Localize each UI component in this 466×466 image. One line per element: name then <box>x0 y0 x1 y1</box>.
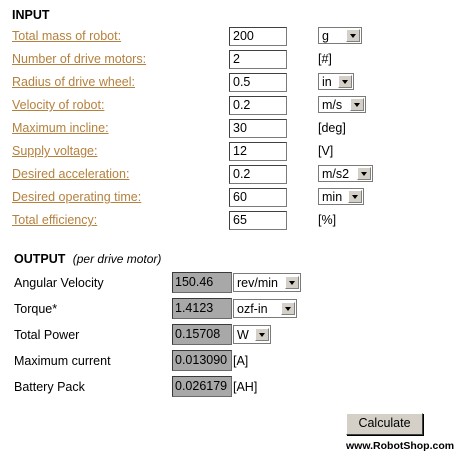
select-value: rev/min <box>237 275 278 290</box>
label-wheel-radius[interactable]: Radius of drive wheel: <box>12 75 135 89</box>
acceleration-unit-select[interactable]: m/s2 <box>318 165 373 182</box>
operating-time-input[interactable]: 60 <box>229 188 287 207</box>
drive-motors-input[interactable]: 2 <box>229 50 287 69</box>
select-value: min <box>322 189 343 204</box>
select-value: in <box>322 74 332 89</box>
operating-time-unit-select[interactable]: min <box>318 188 364 205</box>
select-value: ozf-in <box>237 301 268 316</box>
total-power-unit-select[interactable]: W <box>233 325 271 344</box>
torque-unit-select[interactable]: ozf-in <box>233 299 297 318</box>
output-subheading: (per drive motor) <box>72 252 162 266</box>
supply-voltage-unit: [V] <box>318 144 334 158</box>
label-supply-voltage[interactable]: Supply voltage: <box>12 144 97 158</box>
drive-motors-unit: [#] <box>318 52 332 66</box>
angular-velocity-output: 150.46 <box>172 272 232 293</box>
chevron-down-icon <box>350 98 364 111</box>
battery-pack-output: 0.026179 <box>172 376 232 397</box>
chevron-down-icon <box>357 167 371 180</box>
battery-pack-unit: [AH] <box>233 380 258 394</box>
wheel-radius-unit-select[interactable]: in <box>318 73 354 90</box>
select-value: m/s2 <box>322 166 350 181</box>
input-heading: INPUT <box>12 8 50 22</box>
max-incline-unit: [deg] <box>318 121 346 135</box>
acceleration-input[interactable]: 0.2 <box>229 165 287 184</box>
total-mass-unit-select[interactable]: g <box>318 27 362 44</box>
total-mass-input[interactable]: 200 <box>229 27 287 46</box>
max-current-output: 0.013090 <box>172 350 232 371</box>
chevron-down-icon <box>255 328 269 341</box>
max-current-unit: [A] <box>233 354 249 368</box>
output-heading: OUTPUT <box>14 252 66 266</box>
chevron-down-icon <box>338 75 352 88</box>
supply-voltage-input[interactable]: 12 <box>229 142 287 161</box>
label-torque: Torque* <box>14 302 58 316</box>
select-value: W <box>237 327 249 342</box>
label-battery-pack: Battery Pack <box>14 380 85 394</box>
chevron-down-icon <box>348 190 362 203</box>
total-power-output: 0.15708 <box>172 324 232 345</box>
output-heading-row: OUTPUT (per drive motor) <box>14 252 161 266</box>
chevron-down-icon <box>285 276 299 289</box>
velocity-input[interactable]: 0.2 <box>229 96 287 115</box>
label-total-power: Total Power <box>14 328 80 342</box>
select-value: g <box>322 28 329 43</box>
label-total-mass[interactable]: Total mass of robot: <box>12 29 121 43</box>
label-efficiency[interactable]: Total efficiency: <box>12 213 97 227</box>
label-velocity[interactable]: Velocity of robot: <box>12 98 104 112</box>
calculate-button[interactable]: Calculate <box>346 413 423 435</box>
chevron-down-icon <box>281 302 295 315</box>
chevron-down-icon <box>346 29 360 42</box>
max-incline-input[interactable]: 30 <box>229 119 287 138</box>
angular-velocity-unit-select[interactable]: rev/min <box>233 273 301 292</box>
wheel-radius-input[interactable]: 0.5 <box>229 73 287 92</box>
label-operating-time[interactable]: Desired operating time: <box>12 190 141 204</box>
torque-output: 1.4123 <box>172 298 232 319</box>
select-value: m/s <box>322 97 343 112</box>
efficiency-unit: [%] <box>318 213 337 227</box>
velocity-unit-select[interactable]: m/s <box>318 96 366 113</box>
label-max-incline[interactable]: Maximum incline: <box>12 121 109 135</box>
site-link[interactable]: www.RobotShop.com <box>346 440 454 452</box>
label-angular-velocity: Angular Velocity <box>14 276 104 290</box>
efficiency-input[interactable]: 65 <box>229 211 287 230</box>
label-drive-motors[interactable]: Number of drive motors: <box>12 52 146 66</box>
label-max-current: Maximum current <box>14 354 111 368</box>
label-acceleration[interactable]: Desired acceleration: <box>12 167 129 181</box>
